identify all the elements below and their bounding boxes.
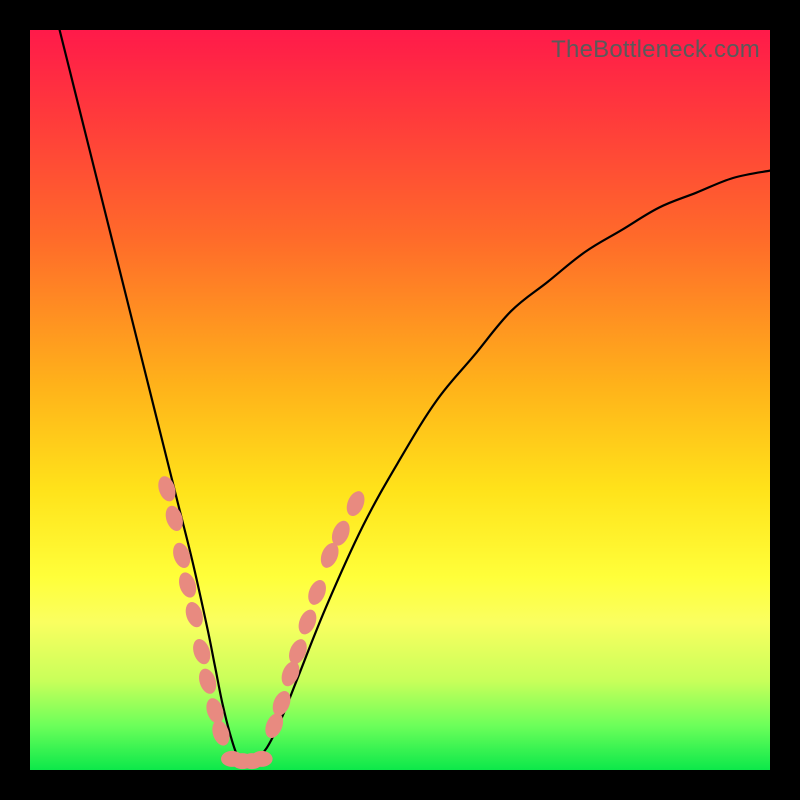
chart-frame: TheBottleneck.com: [0, 0, 800, 800]
marker-right: [305, 577, 330, 607]
marker-right: [269, 688, 294, 718]
marker-left: [203, 696, 226, 726]
curve-markers: [155, 474, 368, 769]
bottleneck-curve: [60, 30, 770, 764]
marker-left: [170, 541, 193, 571]
plot-area: TheBottleneck.com: [30, 30, 770, 770]
curve-svg: [30, 30, 770, 770]
marker-left: [155, 474, 178, 504]
marker-left: [209, 718, 232, 748]
marker-valley: [251, 751, 273, 767]
marker-right: [286, 637, 311, 667]
marker-left: [163, 504, 186, 534]
marker-right: [343, 489, 368, 519]
